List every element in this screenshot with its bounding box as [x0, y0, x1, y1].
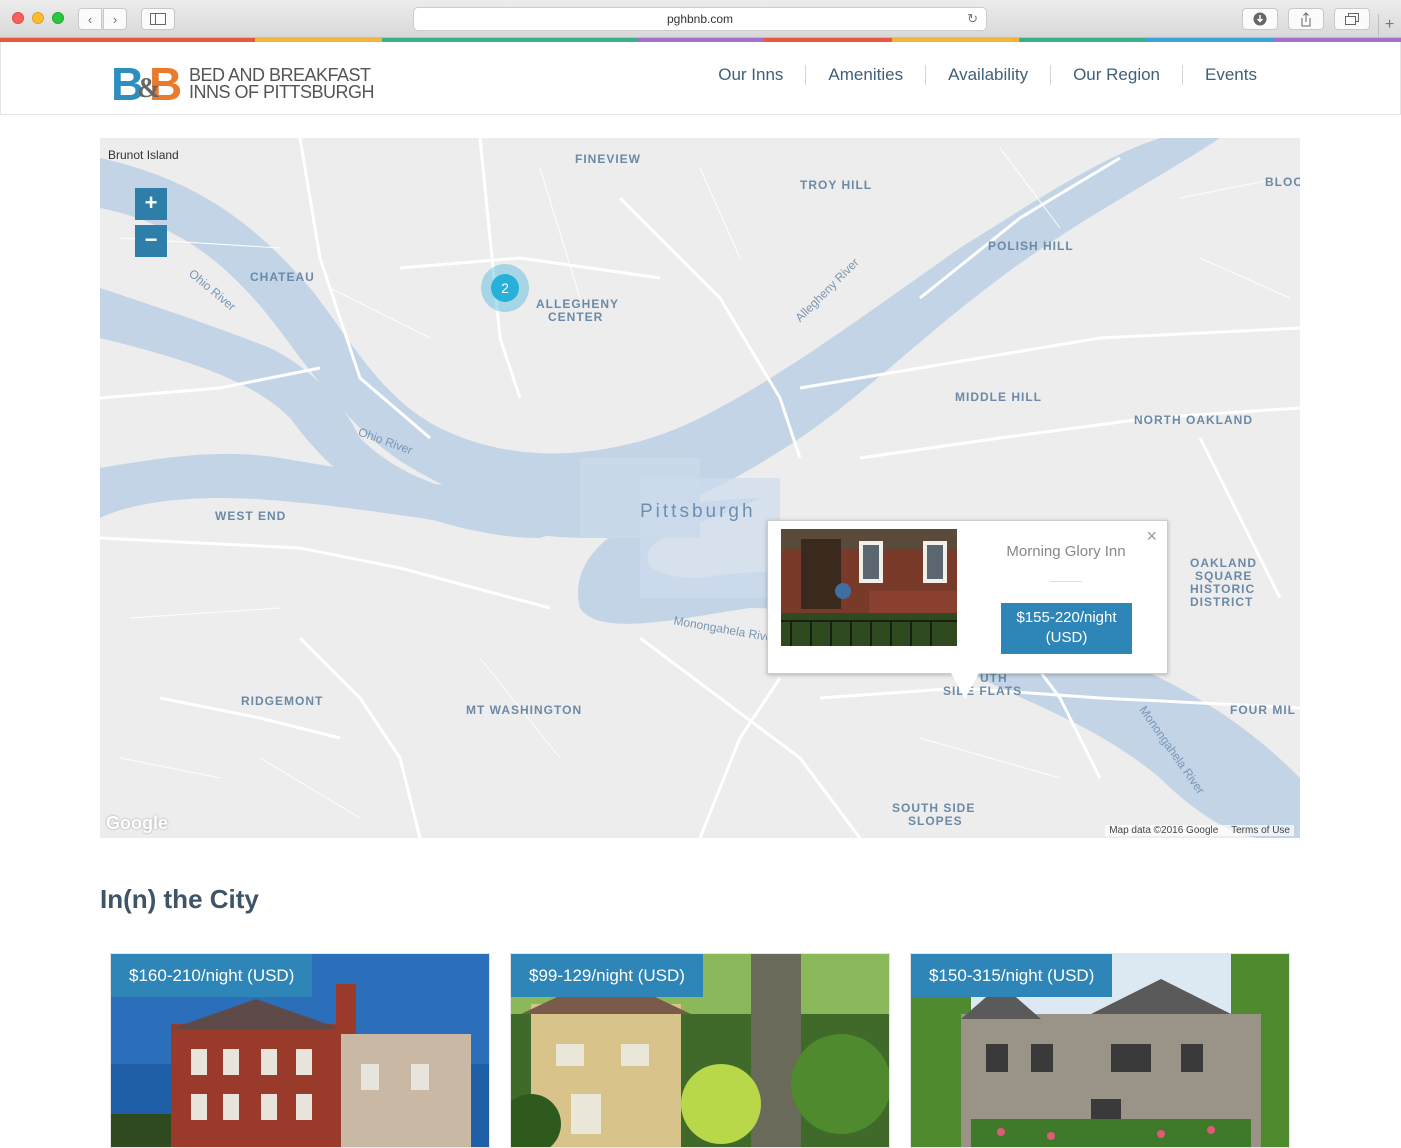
- tabs-icon: [1345, 13, 1359, 25]
- terms-link[interactable]: Terms of Use: [1231, 825, 1290, 836]
- downloads-button[interactable]: [1242, 8, 1278, 30]
- minimize-window-button[interactable]: [32, 12, 44, 24]
- logo-ampersand: &: [137, 73, 161, 104]
- map-label: CHATEAU: [250, 270, 315, 284]
- map-label: SLOPES: [908, 814, 963, 828]
- map-label: FINEVIEW: [575, 152, 642, 166]
- chevron-right-icon: ›: [112, 11, 118, 27]
- share-button[interactable]: [1288, 8, 1324, 30]
- main-nav: Our Inns Amenities Availability Our Regi…: [696, 65, 1279, 85]
- inn-card-price: $160-210/night (USD): [111, 954, 313, 997]
- cluster-count: 2: [491, 274, 519, 302]
- map-label: MT WASHINGTON: [466, 703, 583, 717]
- map-label: SOUTH SIDE: [892, 801, 976, 815]
- divider: [1050, 581, 1082, 582]
- map-label: POLISH HILL: [988, 239, 1074, 253]
- map-data-text: Map data ©2016 Google: [1109, 825, 1219, 836]
- reload-icon[interactable]: ↻: [967, 8, 978, 30]
- maximize-window-button[interactable]: [52, 12, 64, 24]
- logo-mark: B B &: [111, 58, 185, 110]
- map-attribution: Map data ©2016 Google Terms of Use: [1105, 825, 1294, 836]
- site-header: B B & BED AND BREAKFAST INNS OF PITTSBUR…: [0, 42, 1401, 115]
- inn-price-button[interactable]: $155-220/night (USD): [1001, 603, 1132, 654]
- map-label: WEST END: [215, 509, 287, 523]
- sidebar-icon: [150, 13, 166, 25]
- section-title: In(n) the City: [100, 884, 259, 914]
- inn-photo: [781, 529, 957, 646]
- map-label: HISTORIC: [1190, 582, 1256, 596]
- map-canvas: [100, 138, 1300, 838]
- url-text: pghbnb.com: [666, 12, 734, 26]
- map-cluster-marker[interactable]: 2: [481, 264, 529, 312]
- map-info-window: Morning Glory Inn $155-220/night (USD) ×: [767, 520, 1168, 699]
- inn-card-price: $150-315/night (USD): [911, 954, 1113, 997]
- logo-line-2: INNS OF PITTSBURGH: [189, 81, 375, 102]
- sidebar-toggle-button[interactable]: [141, 8, 175, 30]
- info-window-pointer: [951, 673, 979, 699]
- inn-card[interactable]: $150-315/night (USD): [910, 953, 1290, 1148]
- inn-card[interactable]: $99-129/night (USD): [510, 953, 890, 1148]
- share-icon: [1301, 11, 1311, 26]
- inn-card[interactable]: $160-210/night (USD): [110, 953, 490, 1148]
- google-logo: Google: [106, 813, 168, 833]
- map-label: FOUR MIL: [1230, 703, 1296, 717]
- map-label: Pittsburgh: [640, 501, 756, 522]
- nav-availability[interactable]: Availability: [925, 65, 1050, 85]
- map[interactable]: + − 2 Brunot Island FINEVIEW TROY HILL C…: [100, 138, 1300, 838]
- map-label: BLOO: [1265, 175, 1300, 189]
- logo-text: BED AND BREAKFAST INNS OF PITTSBURGH: [189, 64, 375, 102]
- download-icon: [1253, 12, 1267, 26]
- nav-events[interactable]: Events: [1182, 65, 1279, 85]
- address-bar[interactable]: pghbnb.com ↻: [413, 7, 987, 31]
- map-label: NORTH OAKLAND: [1134, 413, 1253, 427]
- map-label: SQUARE: [1195, 569, 1253, 583]
- inn-title: Morning Glory Inn: [1006, 543, 1126, 560]
- map-label: MIDDLE HILL: [955, 390, 1042, 404]
- nav-our-region[interactable]: Our Region: [1050, 65, 1182, 85]
- back-button[interactable]: ‹: [78, 8, 102, 30]
- chevron-left-icon: ‹: [87, 11, 93, 27]
- map-label: TROY HILL: [800, 178, 873, 192]
- map-label: DISTRICT: [1190, 595, 1254, 609]
- nav-amenities[interactable]: Amenities: [805, 65, 925, 85]
- map-label: RIDGEMONT: [241, 694, 324, 708]
- close-icon[interactable]: ×: [1146, 526, 1157, 547]
- map-label: OAKLAND: [1190, 556, 1257, 570]
- map-label: ALLEGHENY: [536, 297, 620, 311]
- inn-card-price: $99-129/night (USD): [511, 954, 703, 997]
- site-logo[interactable]: B B & BED AND BREAKFAST INNS OF PITTSBUR…: [111, 58, 375, 110]
- close-window-button[interactable]: [12, 12, 24, 24]
- zoom-in-button[interactable]: +: [135, 188, 167, 220]
- forward-button[interactable]: ›: [103, 8, 127, 30]
- tabs-overview-button[interactable]: [1334, 8, 1370, 30]
- map-label: Brunot Island: [108, 148, 179, 162]
- map-label: CENTER: [548, 310, 604, 324]
- zoom-out-button[interactable]: −: [135, 225, 167, 257]
- browser-toolbar: ‹ › pghbnb.com ↻ +: [0, 0, 1401, 38]
- nav-our-inns[interactable]: Our Inns: [696, 65, 805, 85]
- logo-line-1: BED AND BREAKFAST: [189, 64, 371, 85]
- new-tab-button[interactable]: +: [1378, 14, 1400, 38]
